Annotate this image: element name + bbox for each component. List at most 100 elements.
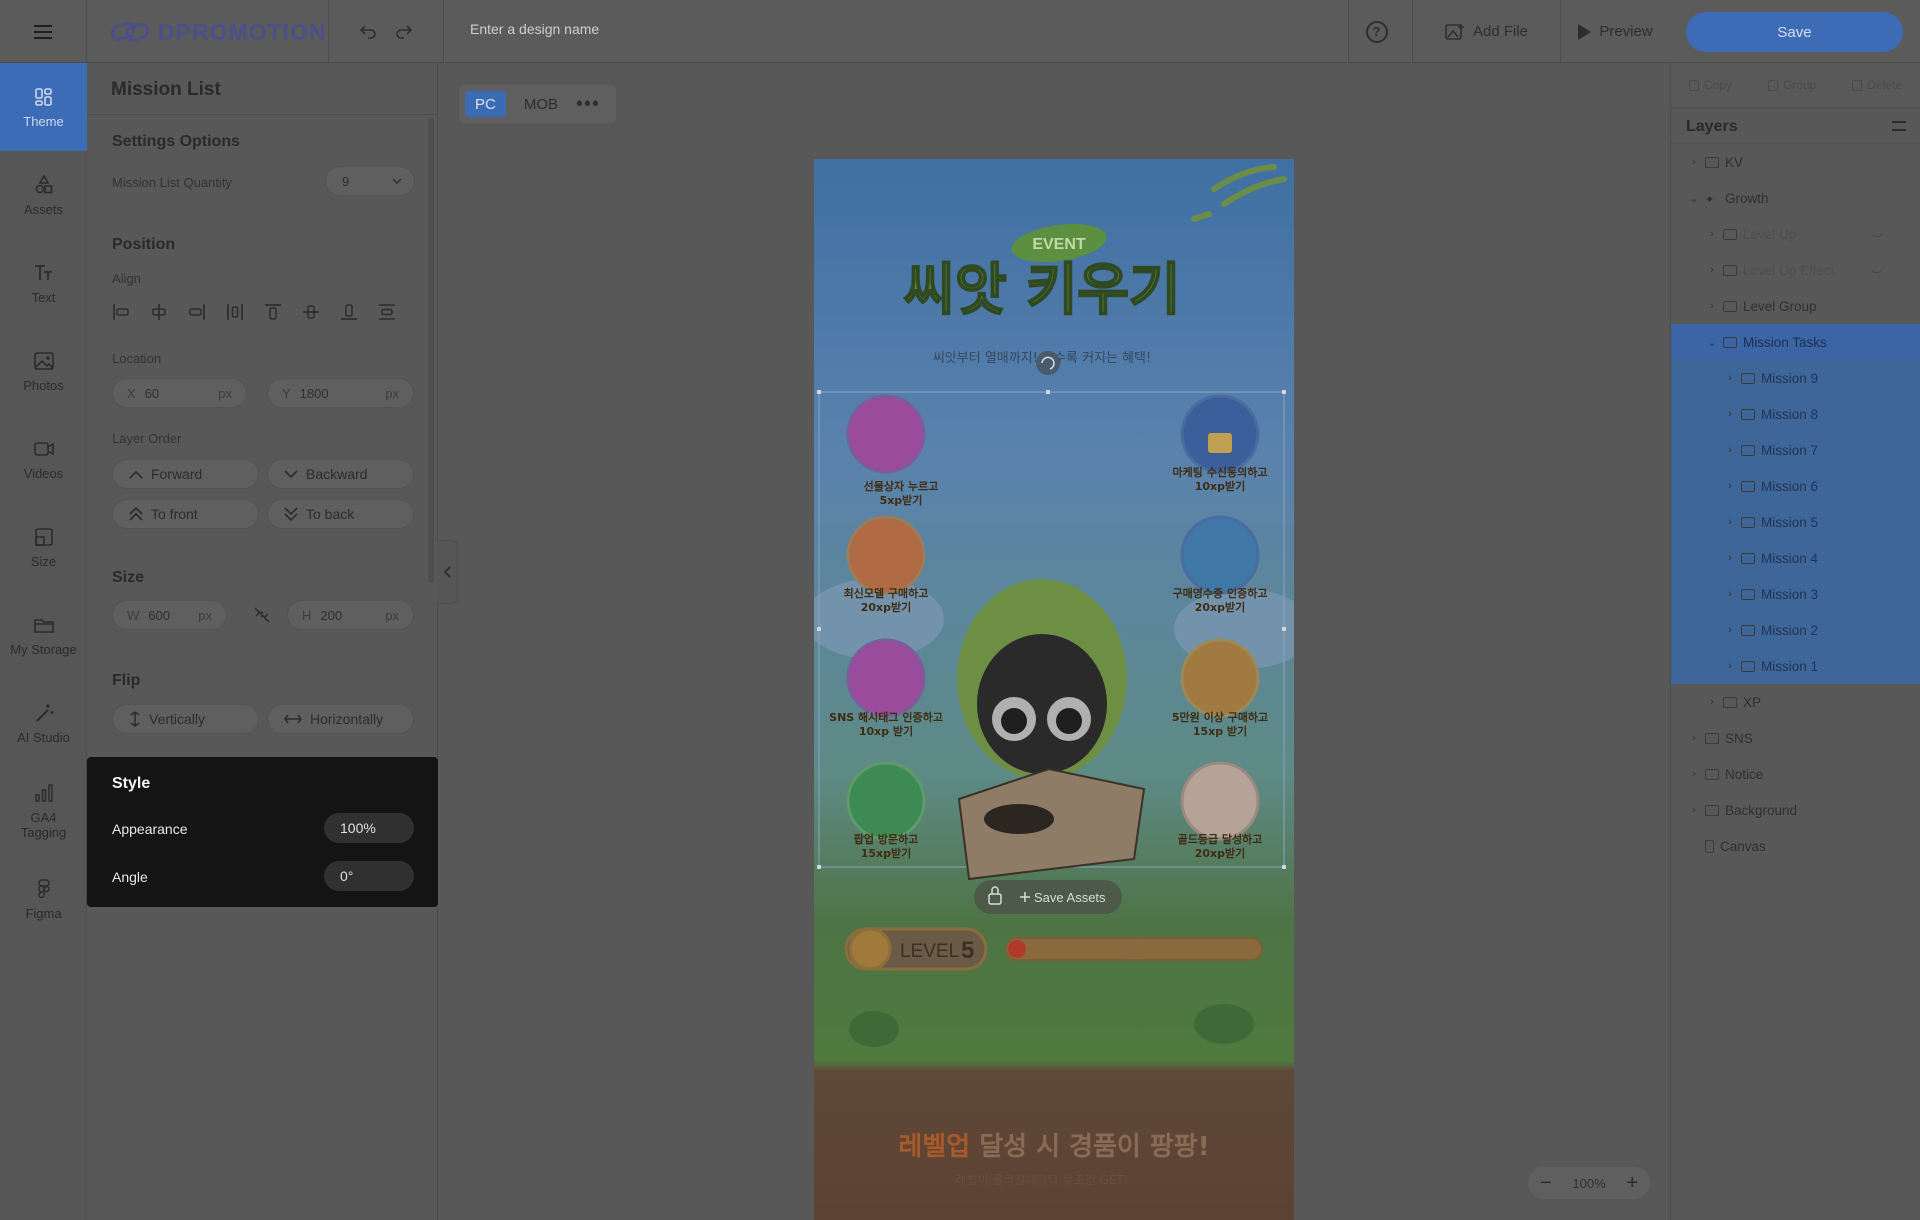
layer-row-mission-8[interactable]: › Mission 8 [1671, 396, 1920, 432]
chevron-right-icon[interactable]: › [1687, 156, 1701, 168]
flip-horizontal-button[interactable]: Horizontally [267, 704, 414, 734]
appearance-input[interactable]: 100% [324, 813, 414, 843]
layer-row-level-up-effect[interactable]: › Level Up Effect [1671, 252, 1920, 288]
layer-row-kv[interactable]: › KV [1671, 144, 1920, 180]
device-pc-tab[interactable]: PC [465, 91, 506, 117]
chevron-right-icon[interactable]: › [1705, 264, 1719, 276]
layer-row-sns[interactable]: › SNS [1671, 720, 1920, 756]
flip-vertical-button[interactable]: Vertically [112, 704, 259, 734]
angle-input[interactable]: 0° [324, 861, 414, 891]
y-position-input[interactable]: Y 1800 px [267, 378, 414, 408]
layer-row-mission-tasks[interactable]: ⌄ Mission Tasks [1671, 324, 1920, 360]
eye-closed-icon[interactable] [1871, 232, 1883, 237]
layer-label: Mission 6 [1761, 478, 1819, 494]
chevron-right-icon[interactable]: › [1723, 444, 1737, 456]
save-button[interactable]: Save [1686, 12, 1903, 52]
copy-button[interactable]: Copy [1688, 78, 1732, 92]
nav-assets-label: Assets [23, 201, 63, 217]
layer-row-growth[interactable]: ⌄ ✦ Growth [1671, 180, 1920, 216]
group-button[interactable]: Group [1767, 78, 1816, 92]
nav-text[interactable]: Text [0, 239, 87, 327]
layer-row-background[interactable]: › Background [1671, 792, 1920, 828]
chevron-right-icon[interactable]: › [1723, 624, 1737, 636]
brand-logo[interactable]: DPROMOTION [110, 16, 326, 48]
device-mob-tab[interactable]: MOB [514, 91, 568, 117]
nav-videos[interactable]: Videos [0, 415, 87, 503]
layer-row-mission-3[interactable]: › Mission 3 [1671, 576, 1920, 612]
panel-scrollbar[interactable] [428, 118, 434, 583]
collapse-panel-button[interactable] [437, 540, 458, 604]
menu-button[interactable] [0, 0, 87, 63]
chevron-right-icon[interactable]: › [1723, 408, 1737, 420]
design-canvas[interactable]: EVENT 씨앗 키우기 씨앗부터 열매까지! 클수록 커지는 혜택! 선물상자… [814, 159, 1294, 1220]
align-middle-vertical-icon[interactable] [302, 303, 320, 321]
layer-row-mission-9[interactable]: › Mission 9 [1671, 360, 1920, 396]
width-input[interactable]: W 600 px [112, 600, 227, 630]
nav-my-storage[interactable]: My Storage [0, 591, 87, 679]
layer-row-mission-1[interactable]: › Mission 1 [1671, 648, 1920, 684]
chevron-right-icon[interactable]: › [1723, 660, 1737, 672]
chevron-right-icon[interactable]: › [1723, 516, 1737, 528]
delete-button[interactable]: Delete [1852, 78, 1902, 92]
chevron-down-icon[interactable]: ⌄ [1687, 192, 1701, 205]
nav-size[interactable]: Size [0, 503, 87, 591]
help-button[interactable]: ? [1348, 0, 1404, 63]
nav-ai-studio[interactable]: AI Studio [0, 679, 87, 767]
to-back-button[interactable]: To back [267, 499, 414, 529]
more-options-icon[interactable]: ••• [576, 93, 600, 116]
filter-icon[interactable] [1892, 121, 1906, 131]
nav-ga4-tagging[interactable]: GA4 Tagging [0, 767, 87, 855]
layer-row-level-up[interactable]: › Level Up [1671, 216, 1920, 252]
chevron-right-icon[interactable]: › [1705, 228, 1719, 240]
layer-row-mission-2[interactable]: › Mission 2 [1671, 612, 1920, 648]
nav-figma[interactable]: Figma [0, 855, 87, 943]
forward-button[interactable]: Forward [112, 459, 259, 489]
layer-row-mission-7[interactable]: › Mission 7 [1671, 432, 1920, 468]
design-name-input[interactable]: Enter a design name [470, 21, 599, 37]
nav-photos[interactable]: Photos [0, 327, 87, 415]
chevron-right-icon[interactable]: › [1687, 804, 1701, 816]
chevron-right-icon[interactable]: › [1723, 552, 1737, 564]
add-file-button[interactable]: Add File [1412, 0, 1560, 63]
preview-button[interactable]: Preview [1560, 0, 1670, 63]
to-front-button[interactable]: To front [112, 499, 259, 529]
layer-row-xp[interactable]: › XP [1671, 684, 1920, 720]
chevron-down-icon[interactable]: ⌄ [1705, 336, 1719, 349]
video-icon [33, 441, 54, 456]
chevron-right-icon[interactable]: › [1687, 768, 1701, 780]
layer-row-canvas[interactable]: Canvas [1671, 828, 1920, 864]
redo-icon[interactable] [394, 24, 414, 40]
layer-row-mission-5[interactable]: › Mission 5 [1671, 504, 1920, 540]
layer-row-mission-6[interactable]: › Mission 6 [1671, 468, 1920, 504]
chevron-right-icon[interactable]: › [1723, 372, 1737, 384]
backward-button[interactable]: Backward [267, 459, 414, 489]
chevron-right-icon[interactable]: › [1687, 732, 1701, 744]
height-input[interactable]: H 200 px [287, 600, 414, 630]
chevron-right-icon[interactable]: › [1705, 300, 1719, 312]
align-bottom-icon[interactable] [340, 303, 358, 321]
layer-row-mission-4[interactable]: › Mission 4 [1671, 540, 1920, 576]
unlink-ratio-icon[interactable] [253, 606, 271, 624]
chevron-right-icon[interactable]: › [1705, 696, 1719, 708]
zoom-in-icon[interactable]: + [1626, 1172, 1638, 1195]
nav-theme[interactable]: Theme [0, 63, 87, 151]
chevron-right-icon[interactable]: › [1723, 588, 1737, 600]
eye-closed-icon[interactable] [1871, 268, 1883, 273]
nav-assets[interactable]: Assets [0, 151, 87, 239]
chevron-right-icon[interactable]: › [1723, 480, 1737, 492]
align-top-icon[interactable] [264, 303, 282, 321]
mission-quantity-select[interactable]: 9 [325, 166, 415, 196]
x-position-input[interactable]: X 60 px [112, 378, 247, 408]
undo-icon[interactable] [358, 24, 378, 40]
zoom-out-icon[interactable]: − [1540, 1172, 1552, 1195]
align-center-horizontal-icon[interactable] [150, 303, 168, 321]
align-right-icon[interactable] [188, 303, 206, 321]
layer-label: SNS [1725, 730, 1753, 746]
layer-row-notice[interactable]: › Notice [1671, 756, 1920, 792]
layer-label: Growth [1725, 190, 1769, 206]
distribute-horizontal-icon[interactable] [226, 303, 244, 321]
distribute-vertical-icon[interactable] [378, 303, 396, 321]
align-left-icon[interactable] [112, 303, 130, 321]
bottom-headline-rest: 달성 시 경품이 팡팡! [970, 1132, 1209, 1162]
layer-row-level-group[interactable]: › Level Group [1671, 288, 1920, 324]
